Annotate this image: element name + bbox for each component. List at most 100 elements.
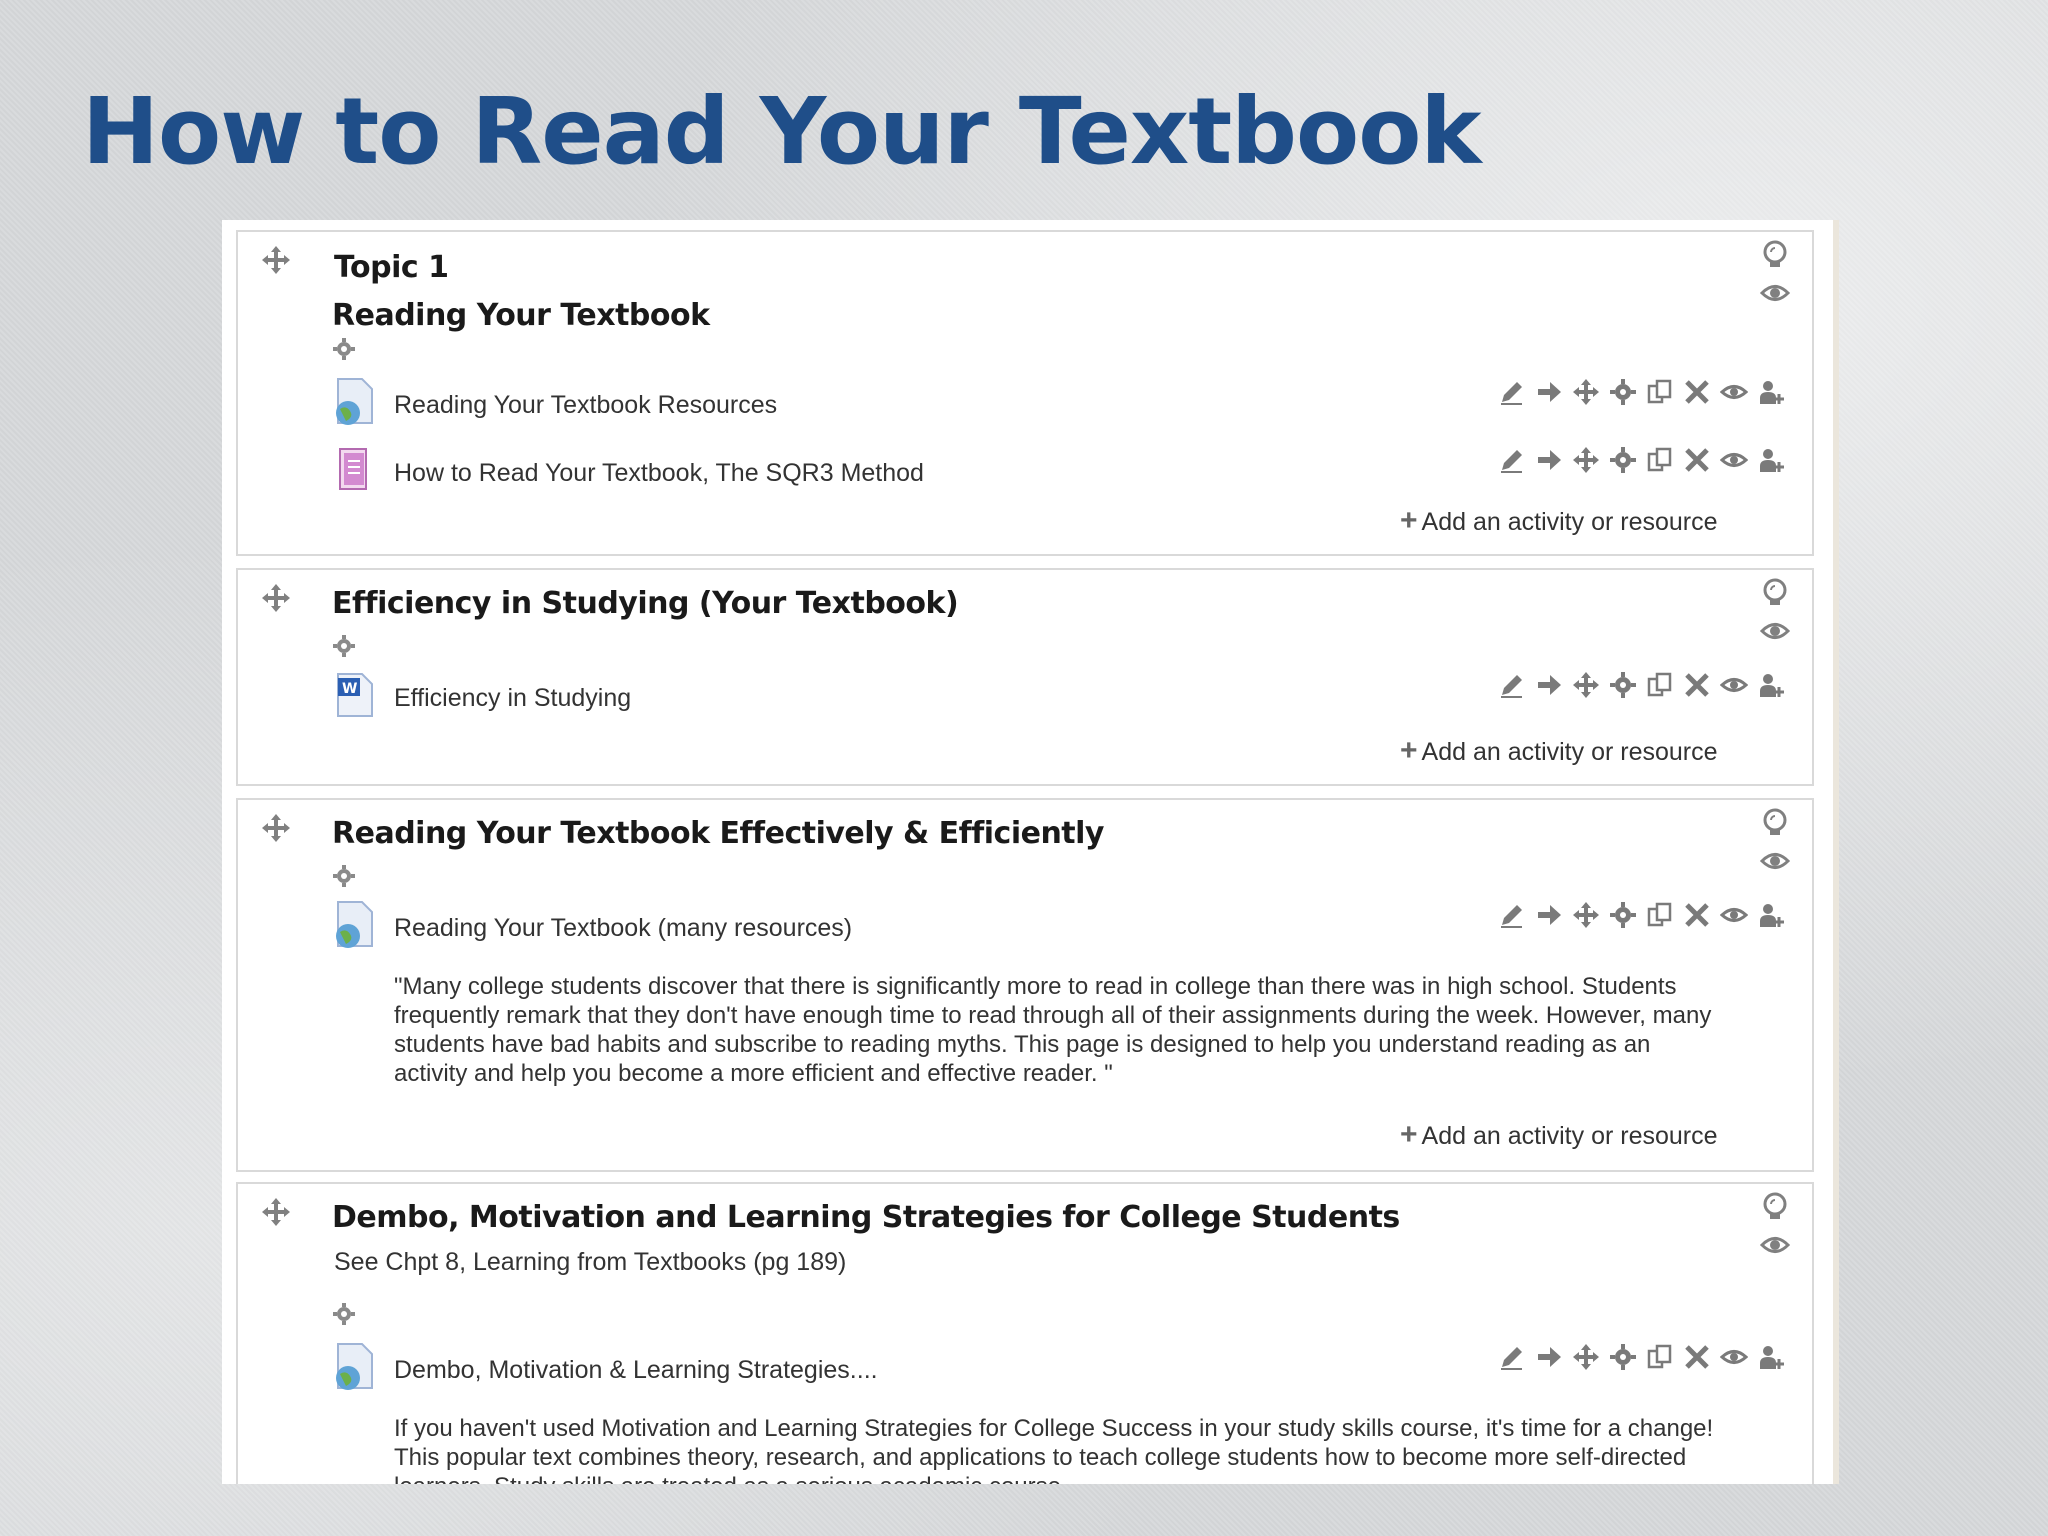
edit-icon[interactable] [1498, 378, 1526, 406]
activity-description: If you haven't used Motivation and Learn… [394, 1415, 1714, 1484]
activity-link[interactable]: Efficiency in Studying [394, 684, 631, 713]
activity-toolbar [1498, 1342, 1788, 1372]
duplicate-icon[interactable] [1646, 378, 1674, 406]
url-globe-icon [336, 901, 373, 948]
drag-move-icon[interactable] [260, 812, 292, 844]
roles-gear-icon[interactable] [1609, 671, 1637, 699]
edit-icon[interactable] [1498, 1343, 1526, 1371]
add-activity-label[interactable]: Add an activity or resource [1422, 508, 1718, 536]
edit-summary-gear-icon[interactable] [332, 864, 356, 888]
topic-label: Topic 1 [334, 250, 449, 285]
section-summary: See Chpt 8, Learning from Textbooks (pg … [334, 1248, 847, 1276]
activity-toolbar [1498, 900, 1788, 930]
activity-link[interactable]: Dembo, Motivation & Learning Strategies.… [394, 1356, 878, 1385]
activity-toolbar [1498, 377, 1788, 407]
highlight-lightbulb-icon[interactable] [1760, 808, 1790, 838]
drag-move-icon[interactable] [260, 244, 292, 276]
delete-icon[interactable] [1683, 1343, 1711, 1371]
url-globe-icon [336, 1343, 373, 1390]
activity-item[interactable]: Reading Your Textbook Resources [332, 377, 1784, 427]
plus-icon: + [1400, 504, 1418, 537]
add-activity-link[interactable]: + Add an activity or resource [1400, 734, 1718, 768]
activity-description: "Many college students discover that the… [394, 973, 1712, 1087]
delete-icon[interactable] [1683, 901, 1711, 929]
section-title[interactable]: Dembo, Motivation and Learning Strategie… [332, 1200, 1400, 1235]
edit-icon[interactable] [1498, 671, 1526, 699]
course-section-2: Efficiency in Studying (Your Textbook) W… [236, 568, 1814, 786]
activity-toolbar [1498, 670, 1788, 700]
assign-roles-icon[interactable] [1757, 378, 1785, 406]
hide-eye-icon[interactable] [1760, 278, 1790, 308]
edit-summary-gear-icon[interactable] [332, 634, 356, 658]
svg-text:W: W [342, 681, 357, 697]
move-right-icon[interactable] [1535, 446, 1563, 474]
move-icon[interactable] [1572, 446, 1600, 474]
roles-gear-icon[interactable] [1609, 378, 1637, 406]
move-right-icon[interactable] [1535, 901, 1563, 929]
add-activity-label[interactable]: Add an activity or resource [1422, 1122, 1718, 1150]
course-page-screenshot: Topic 1 Reading Your Textbook Reading Yo… [222, 220, 1839, 1484]
drag-move-icon[interactable] [260, 1196, 292, 1228]
activity-item[interactable]: How to Read Your Textbook, The SQR3 Meth… [332, 445, 1784, 495]
move-icon[interactable] [1572, 901, 1600, 929]
assign-roles-icon[interactable] [1757, 446, 1785, 474]
hide-eye-icon[interactable] [1760, 1230, 1790, 1260]
delete-icon[interactable] [1683, 446, 1711, 474]
activity-link[interactable]: How to Read Your Textbook, The SQR3 Meth… [394, 459, 924, 488]
hide-eye-icon[interactable] [1720, 1343, 1748, 1371]
move-right-icon[interactable] [1535, 378, 1563, 406]
book-icon [339, 448, 367, 490]
delete-icon[interactable] [1683, 378, 1711, 406]
edit-summary-gear-icon[interactable] [332, 337, 356, 361]
url-globe-icon [336, 378, 373, 425]
drag-move-icon[interactable] [260, 582, 292, 614]
assign-roles-icon[interactable] [1757, 1343, 1785, 1371]
move-right-icon[interactable] [1535, 1343, 1563, 1371]
section-title[interactable]: Efficiency in Studying (Your Textbook) [332, 586, 959, 621]
roles-gear-icon[interactable] [1609, 1343, 1637, 1371]
move-icon[interactable] [1572, 1343, 1600, 1371]
edit-icon[interactable] [1498, 901, 1526, 929]
duplicate-icon[interactable] [1646, 446, 1674, 474]
activity-item[interactable]: W Efficiency in Studying [332, 670, 1784, 720]
hide-eye-icon[interactable] [1720, 901, 1748, 929]
plus-icon: + [1400, 1118, 1418, 1151]
move-right-icon[interactable] [1535, 671, 1563, 699]
duplicate-icon[interactable] [1646, 671, 1674, 699]
plus-icon: + [1400, 734, 1418, 767]
highlight-lightbulb-icon[interactable] [1760, 578, 1790, 608]
edit-summary-gear-icon[interactable] [332, 1302, 356, 1326]
activity-link[interactable]: Reading Your Textbook Resources [394, 391, 777, 420]
duplicate-icon[interactable] [1646, 1343, 1674, 1371]
highlight-lightbulb-icon[interactable] [1760, 240, 1790, 270]
course-section-4: Dembo, Motivation and Learning Strategie… [236, 1182, 1814, 1484]
assign-roles-icon[interactable] [1757, 901, 1785, 929]
delete-icon[interactable] [1683, 671, 1711, 699]
add-activity-link[interactable]: + Add an activity or resource [1400, 504, 1718, 538]
hide-eye-icon[interactable] [1720, 671, 1748, 699]
slide-title: How to Read Your Textbook [82, 78, 1482, 185]
course-section-3: Reading Your Textbook Effectively & Effi… [236, 798, 1814, 1172]
word-document-icon: W [337, 673, 373, 717]
activity-item[interactable]: Dembo, Motivation & Learning Strategies.… [332, 1342, 1784, 1392]
course-section-1: Topic 1 Reading Your Textbook Reading Yo… [236, 230, 1814, 556]
add-activity-label[interactable]: Add an activity or resource [1422, 738, 1718, 766]
edit-icon[interactable] [1498, 446, 1526, 474]
hide-eye-icon[interactable] [1720, 378, 1748, 406]
hide-eye-icon[interactable] [1760, 616, 1790, 646]
section-title[interactable]: Reading Your Textbook Effectively & Effi… [332, 816, 1104, 851]
add-activity-link[interactable]: + Add an activity or resource [1400, 1118, 1718, 1152]
move-icon[interactable] [1572, 378, 1600, 406]
duplicate-icon[interactable] [1646, 901, 1674, 929]
section-title[interactable]: Reading Your Textbook [332, 298, 710, 333]
move-icon[interactable] [1572, 671, 1600, 699]
activity-link[interactable]: Reading Your Textbook (many resources) [394, 914, 852, 943]
hide-eye-icon[interactable] [1720, 446, 1748, 474]
hide-eye-icon[interactable] [1760, 846, 1790, 876]
activity-toolbar [1498, 445, 1788, 475]
roles-gear-icon[interactable] [1609, 446, 1637, 474]
roles-gear-icon[interactable] [1609, 901, 1637, 929]
activity-item[interactable]: Reading Your Textbook (many resources) [332, 900, 1784, 950]
highlight-lightbulb-icon[interactable] [1760, 1192, 1790, 1222]
assign-roles-icon[interactable] [1757, 671, 1785, 699]
